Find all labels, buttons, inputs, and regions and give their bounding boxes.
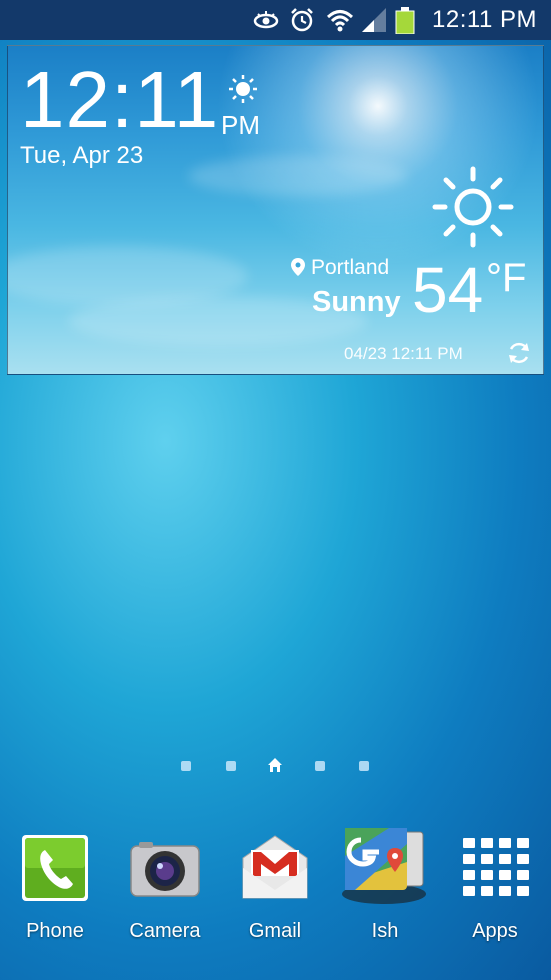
page-indicator[interactable] — [0, 756, 551, 776]
weather-temperature: 54 — [412, 254, 484, 326]
refresh-icon[interactable] — [506, 340, 532, 366]
wifi-icon — [326, 10, 354, 32]
weather-location[interactable]: Portland — [291, 256, 389, 280]
apps-grid-icon — [463, 838, 529, 896]
cloud-decoration — [188, 156, 408, 196]
app-dock: Phone Camera Gmail Ish Apps — [0, 822, 551, 980]
clock-ampm: PM — [221, 110, 260, 140]
app-label: Phone — [26, 920, 84, 942]
app-label: Ish — [371, 920, 399, 942]
page-dot[interactable] — [226, 761, 236, 771]
app-label: Gmail — [248, 920, 302, 942]
gmail-icon — [242, 835, 308, 899]
camera-icon — [130, 842, 200, 897]
app-label: Apps — [472, 920, 518, 942]
phone-app[interactable]: Phone — [5, 822, 105, 962]
eye-icon — [253, 11, 279, 29]
sun-alarm-icon — [229, 75, 257, 103]
maps-folder-icon — [342, 828, 426, 904]
status-bar[interactable]: 12:11 PM — [0, 0, 551, 40]
page-dot[interactable] — [359, 761, 369, 771]
weather-condition: Sunny — [312, 286, 401, 318]
phone-icon — [22, 835, 88, 901]
weather-unit: °F — [486, 256, 527, 300]
page-dot[interactable] — [315, 761, 325, 771]
apps-drawer[interactable]: Apps — [445, 822, 545, 962]
weather-updated: 04/23 12:11 PM — [344, 344, 463, 363]
alarm-clock-icon — [291, 8, 313, 32]
sun-icon — [432, 166, 514, 248]
status-time: 12:11 PM — [432, 6, 537, 33]
clock-date[interactable]: Tue, Apr 23 — [20, 142, 143, 170]
home-icon[interactable] — [267, 757, 283, 773]
weather-location-label: Portland — [311, 256, 390, 279]
ish-folder[interactable]: Ish — [335, 822, 435, 962]
location-pin-icon — [291, 258, 305, 276]
clock-weather-widget[interactable]: 12:11 PM Tue, Apr 23 Portland Sunny 54 °… — [7, 45, 544, 375]
signal-icon — [362, 8, 386, 32]
camera-app[interactable]: Camera — [115, 822, 215, 962]
clock-time[interactable]: 12:11 — [20, 60, 219, 140]
page-dot[interactable] — [181, 761, 191, 771]
battery-icon — [395, 7, 415, 34]
app-label: Camera — [129, 920, 201, 942]
gmail-app[interactable]: Gmail — [225, 822, 325, 962]
